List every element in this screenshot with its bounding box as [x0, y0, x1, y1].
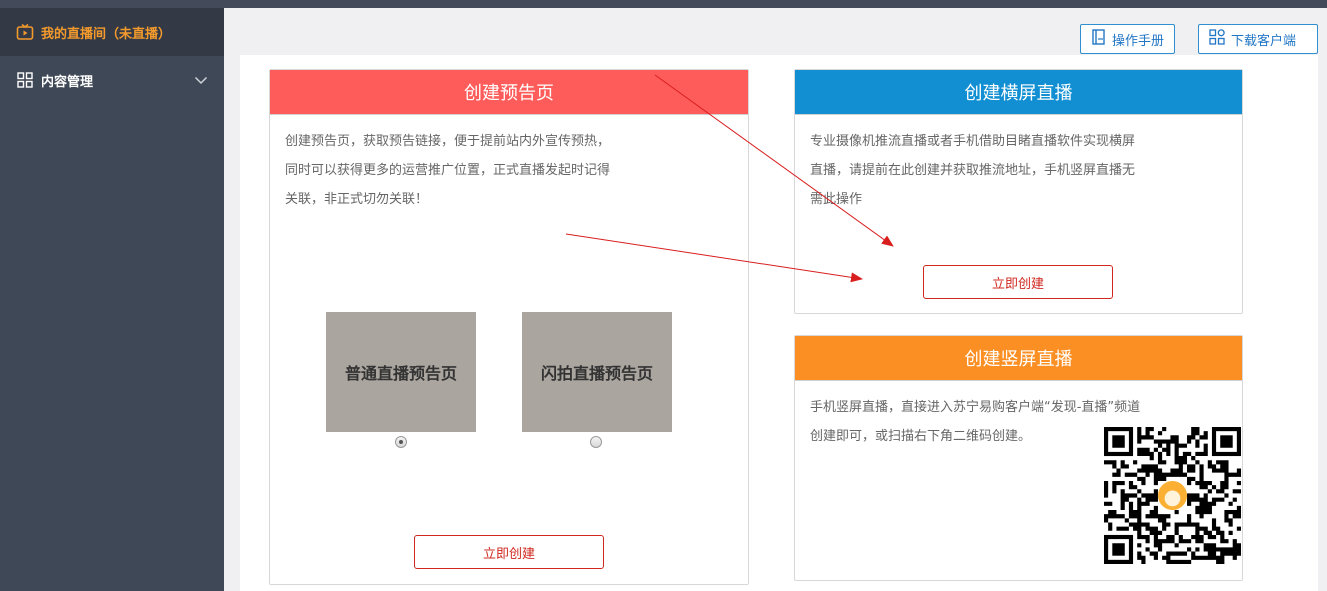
- landscape-card-desc: 专业摄像机推流直播或者手机借助目睹直播软件实现横屏 直播，请提前在此创建并获取推…: [795, 115, 1242, 214]
- preview-card-desc: 创建预告页，获取预告链接，便于提前站内外宣传预热， 同时可以获得更多的运营推广位…: [270, 115, 748, 214]
- sidebar-item-content-management[interactable]: 内容管理: [0, 56, 224, 104]
- sidebar-item-label: 内容管理: [41, 74, 94, 90]
- landscape-card: 创建横屏直播 专业摄像机推流直播或者手机借助目睹直播软件实现横屏 直播，请提前在…: [794, 69, 1243, 314]
- portrait-card: 创建竖屏直播 手机竖屏直播，直接进入苏宁易购客户端“发现-直播”频道 创建即可，…: [794, 335, 1243, 581]
- sidebar-item-label: 我的直播间（未直播）: [41, 26, 172, 42]
- sidebar-item-my-live-room[interactable]: 我的直播间（未直播）: [0, 8, 224, 56]
- manual-button[interactable]: 操作手册: [1080, 24, 1176, 54]
- download-client-button[interactable]: 下载客户端: [1198, 24, 1318, 54]
- create-preview-button[interactable]: 立即创建: [414, 535, 604, 569]
- apps-icon: [1209, 29, 1231, 49]
- grid-icon: [16, 71, 34, 89]
- desc-line: 专业摄像机推流直播或者手机借助目睹直播软件实现横屏: [810, 134, 1136, 149]
- chevron-down-icon[interactable]: [194, 72, 208, 86]
- preview-card: 创建预告页 创建预告页，获取预告链接，便于提前站内外宣传预热， 同时可以获得更多…: [269, 69, 749, 585]
- template-flash-preview[interactable]: 闪拍直播预告页: [522, 312, 672, 432]
- desc-line: 关联，非正式切勿关联！: [285, 192, 429, 207]
- desc-line: 同时可以获得更多的运营推广位置，正式直播发起时记得: [285, 163, 611, 178]
- sidebar: 我的直播间（未直播） 内容管理: [0, 8, 224, 591]
- download-client-label: 下载客户端: [1231, 33, 1297, 49]
- landscape-card-title: 创建横屏直播: [795, 70, 1242, 115]
- qr-code-icon: [1104, 427, 1241, 564]
- portrait-card-title: 创建竖屏直播: [795, 336, 1242, 381]
- top-bar: [0, 0, 1327, 8]
- create-landscape-button[interactable]: 立即创建: [923, 265, 1113, 299]
- preview-card-title: 创建预告页: [270, 70, 748, 115]
- desc-line: 创建预告页，获取预告链接，便于提前站内外宣传预热，: [285, 134, 611, 149]
- book-icon: [1091, 29, 1112, 49]
- radio-normal-preview[interactable]: [395, 436, 407, 448]
- template-normal-preview[interactable]: 普通直播预告页: [326, 312, 476, 432]
- manual-button-label: 操作手册: [1112, 33, 1165, 49]
- desc-line: 直播，请提前在此创建并获取推流地址，手机竖屏直播无: [810, 163, 1136, 178]
- desc-line: 需此操作: [810, 192, 863, 207]
- desc-line: 手机竖屏直播，直接进入苏宁易购客户端“发现-直播”频道: [810, 400, 1141, 415]
- tv-icon: [16, 23, 34, 41]
- radio-flash-preview[interactable]: [590, 436, 602, 448]
